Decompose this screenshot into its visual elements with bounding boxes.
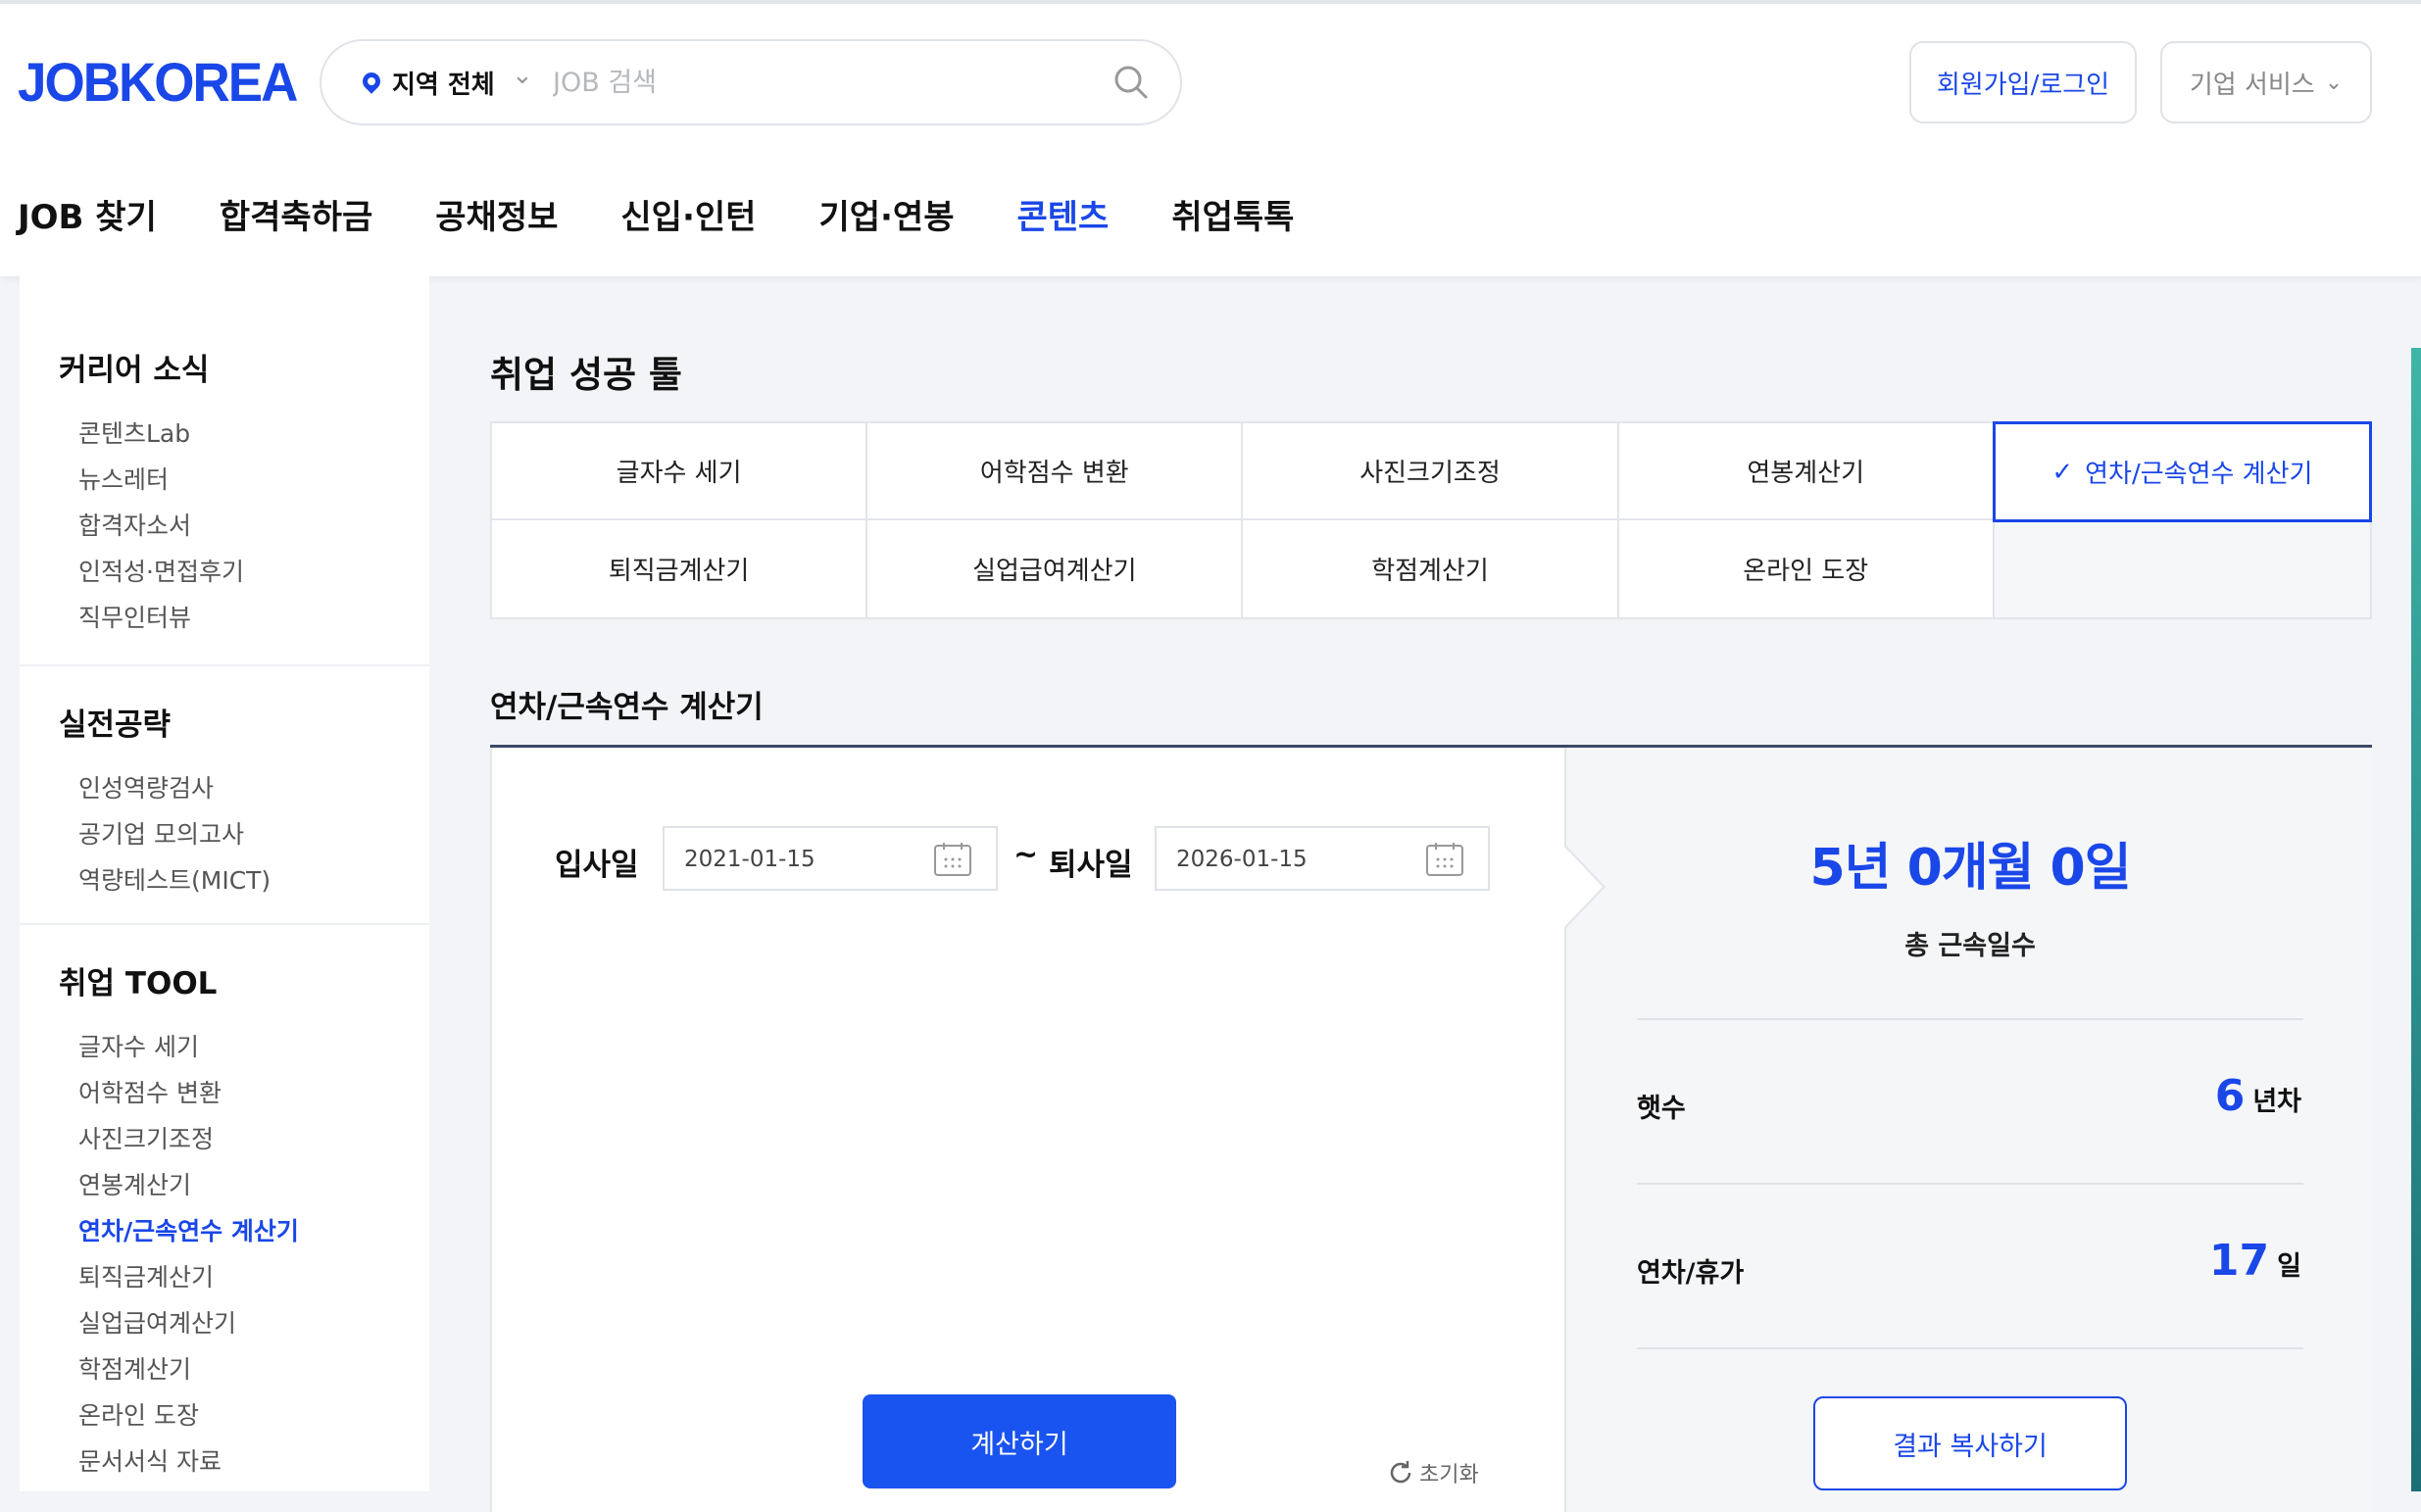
- sidebar-item[interactable]: 콘텐츠Lab: [59, 411, 429, 457]
- calendar-icon[interactable]: [933, 842, 972, 877]
- sidebar-item[interactable]: 역량테스트(MICT): [59, 857, 429, 903]
- panel-arrow: [1563, 846, 1603, 928]
- input-panel: 입사일 ~ 퇴사일: [490, 748, 1564, 1512]
- tab-annual-leave-calc[interactable]: ✓ 연차/근속연수 계산기: [1992, 421, 2372, 522]
- global-nav: JOB 찾기 합격축하금 공채정보 신입·인턴 기업·연봉 콘텐츠 취업톡톡: [18, 190, 1357, 238]
- tab-unemployment-calc[interactable]: 실업급여계산기: [867, 520, 1244, 617]
- sidebar-group-title: 실전공략: [59, 707, 172, 743]
- start-date-label: 입사일: [555, 848, 639, 883]
- years-label: 햇수: [1637, 1094, 1686, 1124]
- nav-company-salary[interactable]: 기업·연봉: [818, 190, 954, 238]
- sidebar-item[interactable]: 직무인터뷰: [59, 595, 429, 641]
- business-service-button[interactable]: 기업 서비스 ⌄: [2160, 41, 2372, 123]
- result-duration-label: 총 근속일수: [1904, 931, 2036, 961]
- divider: [1637, 1018, 2303, 1020]
- sidebar-item[interactable]: 합격자소서: [59, 503, 429, 549]
- check-icon: ✓: [2051, 457, 2074, 487]
- signup-login-button[interactable]: 회원가입/로그인: [1909, 41, 2137, 123]
- sidebar-group-title: 커리어 소식: [59, 353, 210, 388]
- sidebar-item[interactable]: 어학점수 변환: [59, 1070, 429, 1116]
- calculator-panel: 입사일 ~ 퇴사일: [490, 745, 2372, 1512]
- nav-job-search[interactable]: JOB 찾기: [18, 190, 157, 238]
- page-edge-decoration: [2411, 348, 2421, 1491]
- sidebar-item-active[interactable]: 연차/근속연수 계산기: [59, 1208, 429, 1254]
- sidebar: 커리어 소식 콘텐츠Lab 뉴스레터 합격자소서 인적성·면접후기 직무인터뷰 …: [20, 276, 429, 1491]
- tab-gpa-calc[interactable]: 학점계산기: [1243, 520, 1619, 617]
- divider: [1637, 1347, 2303, 1349]
- result-duration: 5년 0개월 0일: [1809, 839, 2131, 898]
- tab-language-score[interactable]: 어학점수 변환: [867, 423, 1244, 520]
- start-date-field[interactable]: [663, 826, 998, 891]
- nav-pass-bonus[interactable]: 합격축하금: [220, 190, 372, 238]
- sidebar-item[interactable]: 인성역량검사: [59, 765, 429, 811]
- divider: [1637, 1183, 2303, 1185]
- tab-label: 연차/근속연수 계산기: [2085, 460, 2313, 489]
- copy-result-button[interactable]: 결과 복사하기: [1813, 1396, 2127, 1490]
- location-pin-icon: [359, 69, 384, 94]
- sidebar-group-practice: 실전공략 인성역량검사 공기업 모의고사 역량테스트(MICT): [20, 664, 429, 923]
- sidebar-group-job-tool: 취업 TOOL 글자수 세기 어학점수 변환 사진크기조정 연봉계산기 연차/근…: [20, 923, 429, 1485]
- sidebar-item[interactable]: 인적성·면접후기: [59, 549, 429, 595]
- business-service-label: 기업 서비스: [2189, 70, 2315, 100]
- chevron-down-icon[interactable]: ⌄: [512, 61, 533, 90]
- search-icon[interactable]: [1112, 63, 1151, 102]
- leave-number: 17: [2208, 1236, 2270, 1286]
- sidebar-item[interactable]: 글자수 세기: [59, 1024, 429, 1070]
- years-unit: 년차: [2252, 1087, 2301, 1117]
- tab-char-count[interactable]: 글자수 세기: [492, 423, 868, 520]
- calendar-icon[interactable]: [1425, 842, 1464, 877]
- tab-online-stamp[interactable]: 온라인 도장: [1619, 520, 1995, 617]
- end-date-label: 퇴사일: [1049, 848, 1133, 883]
- nav-newcomer-intern[interactable]: 신입·인턴: [620, 190, 756, 238]
- refresh-icon: [1390, 1461, 1411, 1484]
- end-date-field[interactable]: [1155, 826, 1490, 891]
- sidebar-item[interactable]: 실업급여계산기: [59, 1300, 429, 1346]
- end-date-input[interactable]: [1176, 842, 1411, 877]
- nav-contents[interactable]: 콘텐츠: [1017, 190, 1110, 238]
- tab-photo-resize[interactable]: 사진크기조정: [1243, 423, 1619, 520]
- tab-severance-calc[interactable]: 퇴직금계산기: [492, 520, 868, 617]
- site-header: JOBKOREA 지역 전체 ⌄ 회원가입/로그인 기업 서비스 ⌄ JOB 찾…: [0, 4, 2421, 276]
- reset-button[interactable]: 초기화: [1386, 1457, 1479, 1488]
- jobkorea-logo[interactable]: JOBKOREA: [18, 51, 298, 114]
- sidebar-item[interactable]: 온라인 도장: [59, 1392, 429, 1439]
- leave-value: 17 일: [2209, 1236, 2301, 1286]
- page-title: 취업 성공 툴: [490, 354, 682, 396]
- leave-label: 연차/휴가: [1637, 1258, 1745, 1289]
- result-panel: 5년 0개월 0일 총 근속일수 햇수 6 년차 연차/휴가 17 일 결과 복…: [1564, 748, 2372, 1512]
- nav-public-recruit[interactable]: 공채정보: [435, 190, 558, 238]
- sidebar-item[interactable]: 연봉계산기: [59, 1162, 429, 1208]
- search-bar: 지역 전체 ⌄: [320, 39, 1182, 125]
- chevron-down-icon: ⌄: [2324, 70, 2344, 95]
- reset-label: 초기화: [1419, 1463, 1479, 1488]
- region-select[interactable]: 지역 전체: [392, 65, 495, 101]
- sidebar-group-career-news: 커리어 소식 콘텐츠Lab 뉴스레터 합격자소서 인적성·면접후기 직무인터뷰: [20, 276, 429, 664]
- sidebar-item[interactable]: 문서서식 자료: [59, 1439, 429, 1485]
- years-number: 6: [2214, 1071, 2246, 1121]
- sidebar-item[interactable]: 사진크기조정: [59, 1116, 429, 1162]
- tab-empty: [1994, 520, 2370, 617]
- sidebar-item[interactable]: 뉴스레터: [59, 457, 429, 503]
- sidebar-group-title: 취업 TOOL: [59, 966, 218, 1001]
- calculator-title: 연차/근속연수 계산기: [490, 690, 764, 725]
- calculate-button[interactable]: 계산하기: [863, 1394, 1176, 1488]
- sidebar-item[interactable]: 공기업 모의고사: [59, 811, 429, 857]
- nav-job-talk[interactable]: 취업톡톡: [1171, 190, 1294, 238]
- sidebar-item[interactable]: 퇴직금계산기: [59, 1254, 429, 1300]
- tab-salary-calc[interactable]: 연봉계산기: [1618, 423, 1995, 520]
- leave-unit: 일: [2277, 1251, 2301, 1282]
- date-range-separator: ~: [1013, 838, 1039, 872]
- search-input[interactable]: [553, 63, 1102, 102]
- sidebar-item[interactable]: 학점계산기: [59, 1346, 429, 1392]
- years-value: 6 년차: [2215, 1071, 2301, 1121]
- start-date-input[interactable]: [684, 842, 919, 877]
- tool-tabs: 글자수 세기 어학점수 변환 사진크기조정 연봉계산기 ✓ 연차/근속연수 계산…: [490, 421, 2372, 619]
